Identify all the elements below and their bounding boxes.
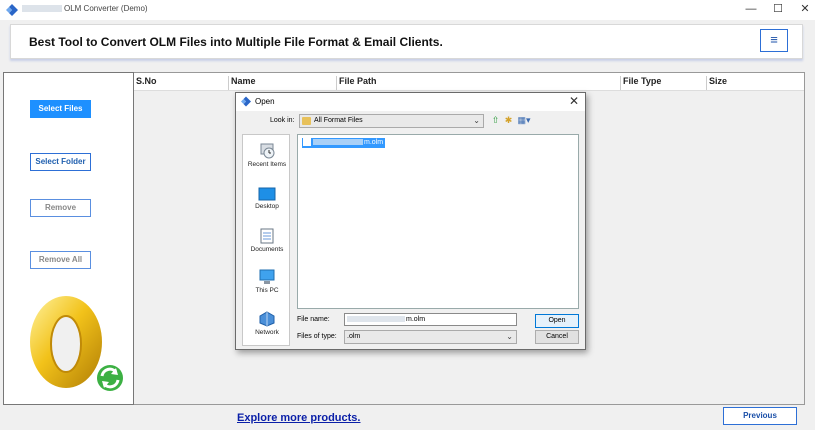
dialog-titlebar: Open ✕ bbox=[236, 93, 585, 111]
look-in-label: Look in: bbox=[270, 117, 295, 124]
places-bar: Recent Items Desktop Documents This PC N… bbox=[242, 134, 290, 346]
chevron-down-icon: ⌄ bbox=[473, 116, 480, 125]
app-logo-icon bbox=[6, 4, 18, 16]
folder-icon bbox=[302, 117, 311, 125]
redacted-filename bbox=[313, 139, 363, 146]
hamburger-icon: ≡ bbox=[770, 32, 778, 47]
explore-products-link[interactable]: Explore more products. bbox=[237, 412, 360, 424]
column-file-type: File Type bbox=[620, 76, 706, 90]
column-size: Size bbox=[706, 76, 727, 90]
place-network[interactable]: Network bbox=[243, 311, 291, 336]
close-button[interactable]: ✕ bbox=[790, 0, 815, 20]
cancel-button[interactable]: Cancel bbox=[535, 330, 579, 344]
remove-all-button[interactable]: Remove All bbox=[30, 251, 91, 269]
column-file-path: File Path bbox=[336, 76, 620, 90]
window-titlebar: OLM Converter (Demo) — ☐ ✕ bbox=[0, 0, 815, 20]
open-file-dialog: Open ✕ Look in: All Format Files ⌄ ⇧ ✱ ▦… bbox=[235, 92, 586, 350]
open-button[interactable]: Open bbox=[535, 314, 579, 328]
table-header: S.No Name File Path File Type Size bbox=[134, 73, 804, 91]
select-folder-button[interactable]: Select Folder bbox=[30, 153, 91, 171]
file-name-label: File name: bbox=[297, 316, 330, 323]
look-in-select[interactable]: All Format Files ⌄ bbox=[299, 114, 484, 128]
window-title: OLM Converter (Demo) bbox=[22, 4, 148, 13]
file-icon bbox=[303, 138, 311, 147]
minimize-button[interactable]: — bbox=[736, 0, 766, 20]
remove-button[interactable]: Remove bbox=[30, 199, 91, 217]
app-logo-icon bbox=[241, 96, 251, 107]
up-folder-icon[interactable]: ⇧ bbox=[490, 115, 501, 126]
column-name: Name bbox=[228, 76, 336, 90]
dialog-title: Open bbox=[255, 97, 275, 106]
previous-button[interactable]: Previous bbox=[723, 407, 797, 425]
file-type-select[interactable]: .olm ⌄ bbox=[344, 330, 517, 344]
new-folder-icon[interactable]: ✱ bbox=[503, 115, 514, 126]
desktop-icon bbox=[258, 187, 276, 201]
column-sno: S.No bbox=[136, 76, 157, 86]
view-menu-icon[interactable]: ▦▾ bbox=[516, 115, 532, 126]
place-desktop[interactable]: Desktop bbox=[243, 187, 291, 210]
recent-items-icon bbox=[260, 143, 275, 159]
list-item[interactable]: m.olm bbox=[302, 138, 386, 148]
file-list: m.olm bbox=[297, 134, 579, 309]
maximize-button[interactable]: ☐ bbox=[763, 0, 793, 20]
select-files-button[interactable]: Select Files bbox=[30, 100, 91, 118]
file-type-label: Files of type: bbox=[297, 333, 337, 340]
header-banner: Best Tool to Convert OLM Files into Mult… bbox=[10, 24, 803, 59]
dialog-close-button[interactable]: ✕ bbox=[569, 94, 579, 108]
place-this-pc[interactable]: This PC bbox=[243, 269, 291, 294]
chevron-down-icon: ⌄ bbox=[506, 332, 513, 341]
redacted-filename bbox=[347, 316, 405, 323]
outlook-olm-logo-icon bbox=[30, 296, 126, 394]
file-name-input[interactable]: m.olm bbox=[344, 313, 517, 326]
this-pc-icon bbox=[259, 269, 275, 284]
place-recent-items[interactable]: Recent Items bbox=[243, 143, 291, 168]
place-documents[interactable]: Documents bbox=[243, 228, 291, 253]
network-icon bbox=[259, 311, 275, 327]
page-title: Best Tool to Convert OLM Files into Mult… bbox=[29, 35, 443, 49]
hamburger-menu-button[interactable]: ≡ bbox=[760, 29, 788, 52]
documents-icon bbox=[260, 228, 274, 244]
